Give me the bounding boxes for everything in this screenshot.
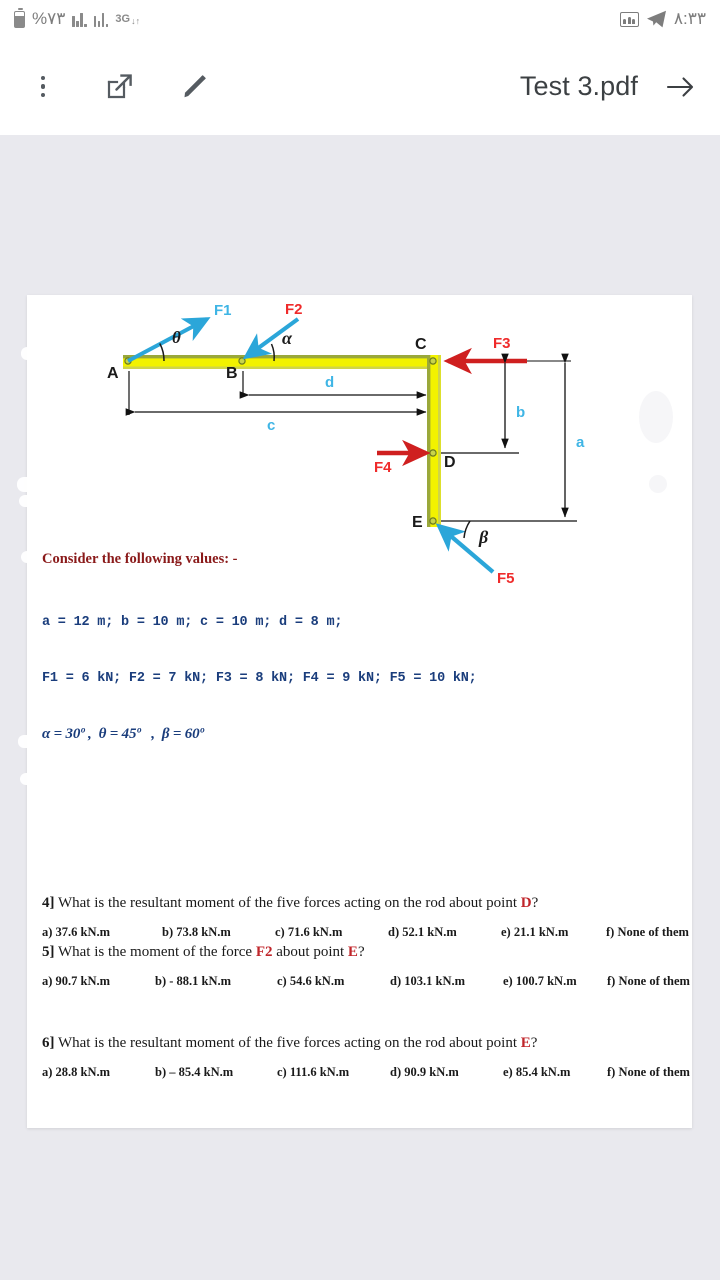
free-body-diagram: θ F1 α F2 F3 F4 β F5 A B C D E d c b a	[27, 295, 692, 595]
question-text-4b: ?	[531, 895, 539, 911]
option-5-d[interactable]: d) 103.1 kN.m	[390, 974, 503, 989]
question-options-4: a) 37.6 kN.m b) 73.8 kN.m c) 71.6 kN.m d…	[42, 925, 690, 940]
edit-button[interactable]	[178, 70, 212, 104]
angle-label-theta: θ	[172, 328, 181, 347]
option-6-f[interactable]: f) None of them	[607, 1065, 690, 1080]
question-text-5b: about point	[272, 944, 348, 960]
question-text-5a: What is the moment of the force	[54, 944, 256, 960]
point-label-C: C	[415, 336, 427, 353]
point-label-E: E	[412, 514, 423, 531]
option-4-f[interactable]: f) None of them	[606, 925, 689, 940]
share-button[interactable]	[102, 70, 136, 104]
status-bar-left: %٧٣ 3G ↓↑	[14, 7, 140, 29]
values-line-forces: F1 = 6 kN; F2 = 7 kN; F3 = 8 kN; F4 = 9 …	[42, 670, 477, 686]
question-highlight-5-force: F2	[255, 944, 273, 960]
force-label-F5: F5	[497, 570, 515, 587]
option-5-a[interactable]: a) 90.7 kN.m	[42, 974, 155, 989]
values-heading: Consider the following values: -	[42, 551, 238, 567]
question-text-5c: ?	[357, 944, 365, 960]
force-label-F4: F4	[374, 459, 392, 476]
point-label-D: D	[444, 454, 456, 471]
dimension-label-a: a	[576, 434, 585, 451]
values-line-angles: α = 30º , θ = 45º , β = 60º	[42, 726, 204, 742]
question-title-6: 6] What is the resultant moment of the f…	[42, 1035, 690, 1052]
overflow-menu-button[interactable]	[26, 70, 60, 104]
question-title-5: 5] What is the moment of the force F2 ab…	[42, 944, 690, 961]
telegram-icon	[646, 10, 667, 28]
question-block-6: 6] What is the resultant moment of the f…	[42, 1035, 690, 1080]
option-6-e[interactable]: e) 85.4 kN.m	[503, 1065, 607, 1080]
dimension-label-d: d	[325, 374, 334, 391]
question-text-6a: What is the resultant moment of the five…	[54, 1035, 521, 1051]
arrow-right-icon	[666, 76, 694, 97]
toolbar-left-actions	[26, 70, 212, 104]
joint-B	[238, 357, 246, 365]
battery-icon	[14, 7, 25, 28]
angle-label-beta: β	[478, 527, 489, 547]
joint-E	[429, 517, 437, 525]
contacts-icon	[619, 11, 639, 27]
status-bar: %٧٣ 3G ↓↑ ٨:٣٣	[0, 0, 720, 38]
question-title-4: 4] What is the resultant moment of the f…	[42, 895, 690, 912]
force-arrow-F1	[127, 317, 211, 363]
network-3g-icon: 3G ↓↑	[115, 13, 140, 26]
question-options-5: a) 90.7 kN.m b) - 88.1 kN.m c) 54.6 kN.m…	[42, 974, 690, 989]
status-clock-label: ٨:٣٣	[673, 9, 706, 28]
pdf-page: θ F1 α F2 F3 F4 β F5 A B C D E d c b a C…	[17, 295, 692, 1128]
option-4-e[interactable]: e) 21.1 kN.m	[501, 925, 606, 940]
option-5-b[interactable]: b) - 88.1 kN.m	[155, 974, 277, 989]
joint-C	[429, 357, 437, 365]
external-link-icon	[107, 74, 132, 99]
option-5-e[interactable]: e) 100.7 kN.m	[503, 974, 607, 989]
angle-arc-beta	[463, 520, 471, 539]
dimension-label-b: b	[516, 404, 525, 421]
joint-D	[429, 449, 437, 457]
question-text-4a: What is the resultant moment of the five…	[54, 895, 521, 911]
option-4-d[interactable]: d) 52.1 kN.m	[388, 925, 501, 940]
option-4-a[interactable]: a) 37.6 kN.m	[42, 925, 162, 940]
question-number-4: 4]	[42, 895, 55, 911]
point-label-B: B	[226, 365, 238, 382]
question-block-4: 4] What is the resultant moment of the f…	[42, 895, 690, 940]
status-bar-right: ٨:٣٣	[619, 9, 706, 29]
signal-bars-icon-sim1	[72, 12, 87, 27]
signal-bars-icon-sim2	[93, 12, 109, 27]
toolbar-right-actions: Test 3.pdf	[520, 70, 698, 104]
option-5-c[interactable]: c) 54.6 kN.m	[277, 974, 390, 989]
question-text-6b: ?	[530, 1035, 538, 1051]
force-label-F1: F1	[214, 302, 232, 319]
angle-label-alpha: α	[282, 328, 293, 348]
option-6-a[interactable]: a) 28.8 kN.m	[42, 1065, 155, 1080]
values-line-dimensions: a = 12 m; b = 10 m; c = 10 m; d = 8 m;	[42, 615, 343, 630]
pencil-icon	[184, 75, 206, 98]
app-toolbar: Test 3.pdf	[0, 38, 720, 135]
option-6-c[interactable]: c) 111.6 kN.m	[277, 1065, 390, 1080]
values-block: a = 12 m; b = 10 m; c = 10 m; d = 8 m; F…	[42, 577, 477, 781]
question-highlight-4: D	[520, 895, 532, 911]
question-number-5: 5]	[42, 944, 55, 960]
document-title: Test 3.pdf	[519, 71, 638, 101]
force-label-F2: F2	[285, 301, 303, 318]
question-number-6: 6]	[42, 1035, 55, 1051]
question-options-6: a) 28.8 kN.m b) – 85.4 kN.m c) 111.6 kN.…	[42, 1065, 690, 1080]
option-6-d[interactable]: d) 90.9 kN.m	[390, 1065, 503, 1080]
option-6-b[interactable]: b) – 85.4 kN.m	[155, 1065, 277, 1080]
question-highlight-5-point: E	[347, 944, 358, 960]
pdf-viewer-canvas[interactable]: θ F1 α F2 F3 F4 β F5 A B C D E d c b a C…	[0, 135, 720, 1280]
battery-percent-label: %٧٣	[32, 9, 66, 28]
option-4-c[interactable]: c) 71.6 kN.m	[275, 925, 388, 940]
point-label-A: A	[107, 365, 119, 382]
force-label-F3: F3	[493, 335, 511, 352]
forward-button[interactable]	[664, 70, 698, 104]
question-highlight-6: E	[520, 1035, 531, 1051]
dimension-label-c: c	[267, 417, 275, 434]
data-transfer-arrows-icon: ↓↑	[131, 15, 141, 26]
option-4-b[interactable]: b) 73.8 kN.m	[162, 925, 275, 940]
more-vertical-icon	[40, 75, 46, 98]
option-5-f[interactable]: f) None of them	[607, 974, 690, 989]
question-block-5: 5] What is the moment of the force F2 ab…	[42, 944, 690, 989]
network-type-label: 3G	[115, 12, 131, 25]
